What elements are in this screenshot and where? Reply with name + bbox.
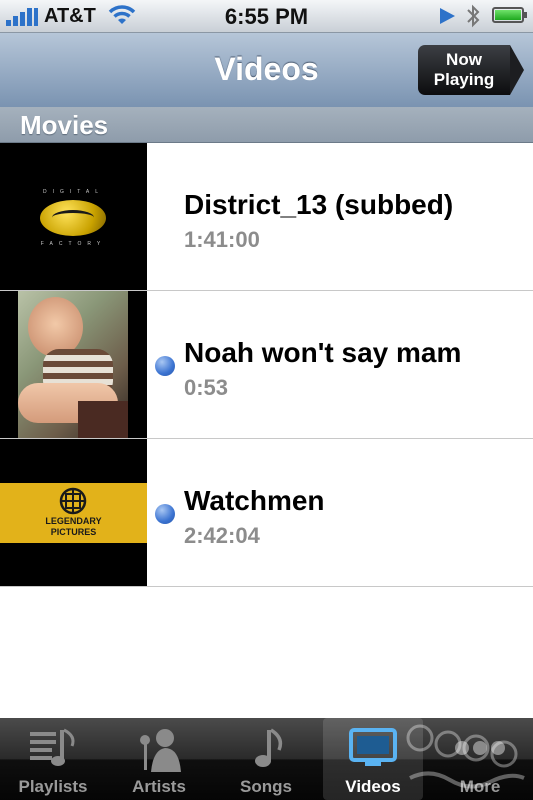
video-thumbnail-watchmen: LEGENDARY PICTURES [0,439,147,586]
unwatched-indicator-icon [155,356,175,376]
video-title: District_13 (subbed) [184,189,454,220]
battery-icon [492,7,527,23]
now-playing-button[interactable]: Now Playing [418,45,524,95]
unwatched-indicator-icon [155,504,175,524]
videos-icon [349,728,397,766]
video-title: Noah won't say mam [184,337,462,368]
now-playing-line1: Now [446,50,482,69]
video-duration: 2:42:04 [184,523,260,548]
video-title: Watchmen [184,485,325,516]
tab-songs[interactable]: Songs [216,718,316,800]
section-header: Movies [0,107,533,143]
playlists-icon [30,728,75,766]
tab-label: Songs [240,777,292,796]
bluetooth-icon [467,4,480,28]
play-status-icon [440,8,455,24]
artists-icon [140,729,181,772]
video-thumbnail-noah [0,291,147,438]
video-duration: 0:53 [184,375,229,400]
tab-label: Artists [132,777,186,796]
status-bar: AT&T 6:55 PM [0,0,533,33]
songs-icon [255,728,283,767]
video-thumbnail-district-13: DIGITAL FACTORY [0,143,147,290]
tab-artists[interactable]: Artists [109,718,209,800]
video-row-noah[interactable]: Noah won't say mam 0:53 [0,291,533,439]
watermark-logo [406,724,525,789]
video-duration: 1:41:00 [184,227,260,252]
section-title: Movies [20,110,109,140]
video-row-district-13[interactable]: DIGITAL FACTORY District_13 (subbed) 1:4… [0,143,533,291]
navigation-bar: Videos Now Playing [0,33,533,108]
tab-playlists[interactable]: Playlists [3,718,103,800]
video-row-watchmen[interactable]: LEGENDARY PICTURES Watchmen 2:42:04 [0,439,533,587]
tab-label: Playlists [18,777,88,796]
digital-factory-logo: DIGITAL FACTORY [40,189,107,247]
legendary-pictures-logo: LEGENDARY PICTURES [0,483,147,543]
now-playing-line2: Playing [433,70,495,89]
